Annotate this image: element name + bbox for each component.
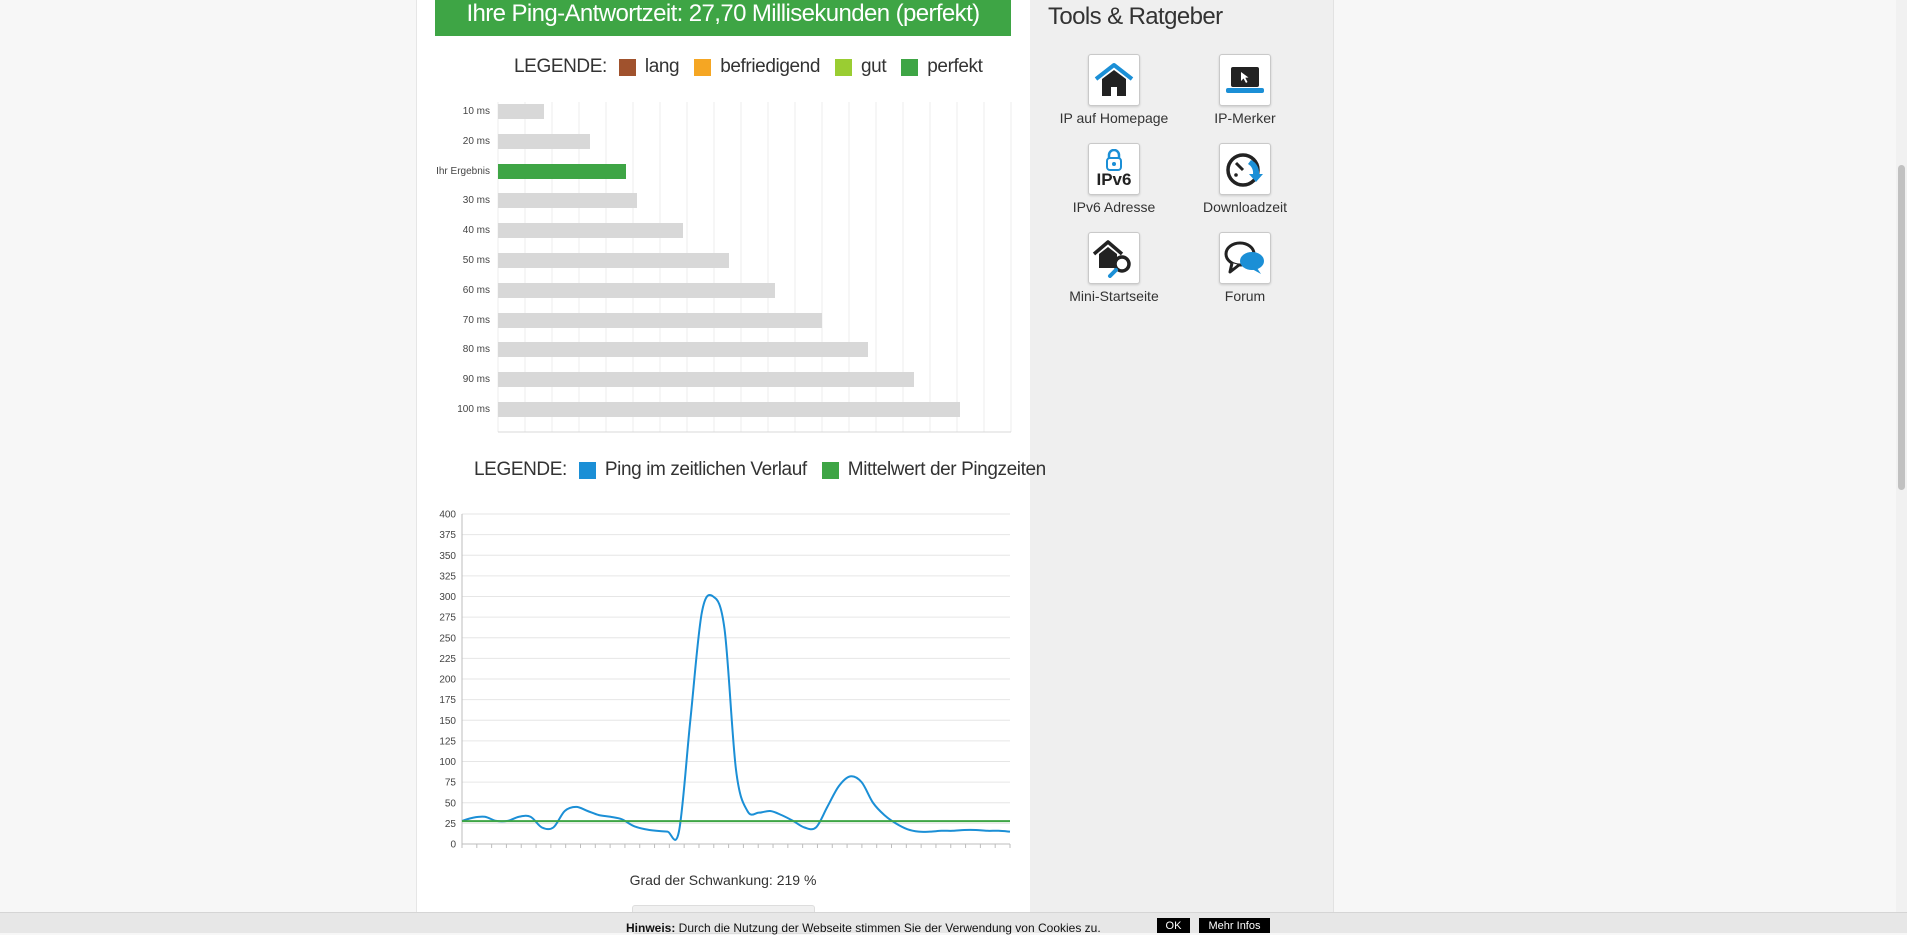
bar-mark <box>498 193 637 209</box>
bar-mark <box>498 282 776 298</box>
scrollbar-thumb[interactable] <box>1898 165 1905 490</box>
tool-downloadzeit[interactable]: Downloadzeit <box>1170 143 1320 215</box>
bar-mark <box>498 342 868 358</box>
legend-swatch-verlauf <box>578 461 596 479</box>
bar-mark <box>498 402 961 417</box>
cookie-text: Hinweis: Durch die Nutzung der Webseite … <box>626 921 1101 935</box>
y-tick-label: 0 <box>450 840 456 851</box>
bar-category-label: 70 ms <box>462 314 490 326</box>
y-tick-label: 150 <box>439 716 456 727</box>
bar-mark <box>498 372 914 388</box>
tool-ip-merker[interactable]: IP-Merker <box>1170 54 1320 126</box>
cookie-prefix: Hinweis: <box>626 921 676 935</box>
y-tick-label: 400 <box>439 510 456 521</box>
tool-label: Forum <box>1224 288 1266 304</box>
y-tick-label: 125 <box>439 736 456 747</box>
bar-category-label: 90 ms <box>462 374 490 386</box>
y-tick-label: 225 <box>439 654 456 665</box>
y-tick-label: 325 <box>439 571 456 582</box>
legend-swatch-mittelwert <box>821 461 839 479</box>
bar-mark <box>498 312 822 328</box>
ipv6-icon-text: IPv6 <box>1096 170 1132 189</box>
page-scrollbar[interactable] <box>1896 0 1907 932</box>
fluctuation-stat: Grad der Schwankung: 219 % <box>629 872 817 888</box>
timeline-legend: LEGENDE: Ping im zeitlichen Verlauf Mitt… <box>474 459 1061 481</box>
bar-category-label: 80 ms <box>462 344 490 356</box>
bar-mark <box>498 223 683 239</box>
bar-category-label: 50 ms <box>462 255 490 266</box>
cookie-notice: Hinweis: Durch die Nutzung der Webseite … <box>0 912 1907 935</box>
tool-label: IP-Merker <box>1214 110 1276 126</box>
y-tick-label: 75 <box>445 778 457 789</box>
tool-label: Mini-Startseite <box>1069 288 1159 304</box>
bar-category-label: 30 ms <box>462 195 490 207</box>
ping-timeline-chart: 0 25 50 75 100 125 150 175 200 225 250 275 300 325 350… <box>439 510 1011 851</box>
tool-mini-startseite[interactable]: Mini-Startseite <box>1039 232 1189 304</box>
tool-label: Downloadzeit <box>1202 199 1288 215</box>
bar-mark <box>498 163 627 179</box>
legend-label-mittelwert: Mittelwert der Pingzeiten <box>847 459 1046 480</box>
tool-label: IPv6 Adresse <box>1072 199 1156 215</box>
tool-forum[interactable]: Forum <box>1170 232 1320 304</box>
legend-title: LEGENDE: <box>474 459 567 480</box>
stopwatch-download-icon <box>1219 143 1271 195</box>
y-tick-label: 275 <box>439 613 456 624</box>
cookie-ok-button[interactable]: OK <box>1157 918 1190 933</box>
y-tick-label: 25 <box>445 819 457 830</box>
ipv6-lock-icon: IPv6 <box>1088 143 1140 195</box>
tool-label: IP auf Homepage <box>1059 110 1169 126</box>
tool-ip-homepage[interactable]: IP auf Homepage <box>1039 54 1189 126</box>
sidebar-title: Tools & Ratgeber <box>1048 3 1223 30</box>
chat-bubbles-icon <box>1219 232 1271 284</box>
bar-mark <box>498 104 545 119</box>
tool-ipv6-adresse[interactable]: IPv6 IPv6 Adresse <box>1039 143 1189 215</box>
cookie-more-info-button[interactable]: Mehr Infos <box>1199 918 1270 933</box>
bar-category-label: 100 ms <box>457 404 490 415</box>
laptop-icon <box>1219 54 1271 106</box>
bar-category-label: Ihr Ergebnis <box>436 165 490 177</box>
y-tick-label: 375 <box>439 530 456 541</box>
legend-label-verlauf: Ping im zeitlichen Verlauf <box>604 459 807 480</box>
bar-category-label: 10 ms <box>462 106 490 117</box>
bar-category-label: 20 ms <box>462 135 490 147</box>
bar-mark <box>498 133 591 149</box>
y-tick-label: 175 <box>439 695 456 706</box>
house-search-icon <box>1088 232 1140 284</box>
y-tick-label: 300 <box>439 592 456 603</box>
y-tick-label: 50 <box>445 798 457 809</box>
y-tick-label: 200 <box>439 675 456 686</box>
y-tick-label: 250 <box>439 633 456 644</box>
bar-category-label: 60 ms <box>462 284 490 296</box>
house-icon <box>1088 54 1140 106</box>
bar-category-label: 40 ms <box>462 225 490 237</box>
y-tick-label: 350 <box>439 551 456 562</box>
y-tick-label: 100 <box>439 757 456 768</box>
cookie-message: Durch die Nutzung der Webseite stimmen S… <box>675 921 1101 935</box>
bar-mark <box>498 253 730 268</box>
